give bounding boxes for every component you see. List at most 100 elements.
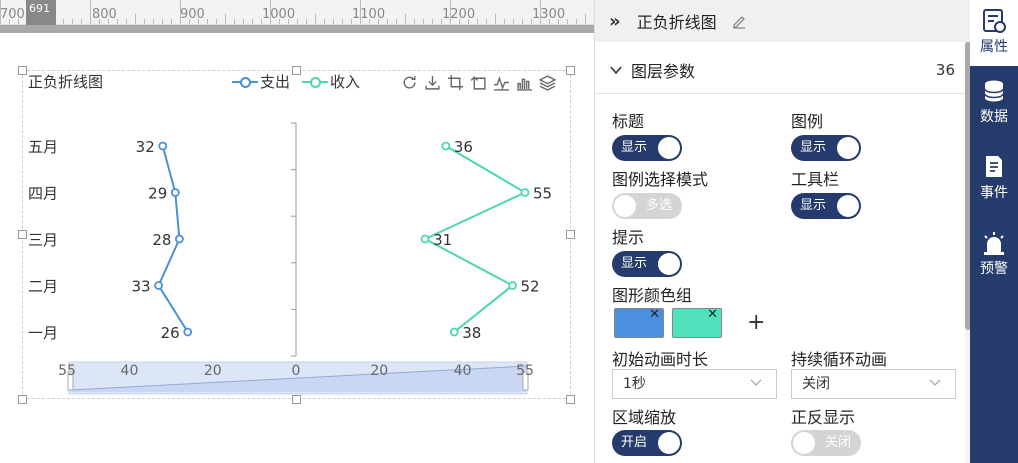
toggle-knob — [837, 195, 859, 217]
remove-color-icon[interactable]: ✕ — [649, 307, 660, 322]
value-tick-label: 20 — [204, 363, 222, 379]
color-chip[interactable]: ✕ — [672, 307, 722, 338]
anim-duration-select[interactable]: 1秒 — [612, 369, 777, 399]
data-point — [420, 234, 430, 244]
data-label: 31 — [433, 231, 452, 249]
loop-anim-select[interactable]: 关闭 — [791, 369, 956, 399]
zoom-toggle[interactable]: 开启 — [612, 430, 682, 456]
nav-label: 属性 — [980, 39, 1008, 55]
select-value: 1秒 — [623, 376, 646, 392]
tooltip-toggle[interactable]: 显示 — [612, 251, 682, 277]
value-tick-label: 55 — [58, 363, 76, 379]
nav-label: 事件 — [980, 185, 1008, 201]
loop-anim-label: 持续循环动画 — [791, 350, 888, 369]
reverse-label: 正反显示 — [791, 408, 856, 427]
data-point — [175, 234, 184, 244]
data-label: 36 — [454, 138, 473, 156]
data-point — [170, 188, 180, 197]
event-icon — [986, 156, 1002, 177]
nav-item-data[interactable]: 数据 — [970, 78, 1018, 138]
data-label: 29 — [148, 185, 167, 203]
data-point — [508, 281, 517, 290]
database-icon — [984, 80, 1004, 102]
category-label: 五月 — [28, 138, 58, 156]
toggle-knob — [614, 195, 636, 217]
chevron-down-icon — [610, 66, 622, 75]
category-label: 一月 — [28, 324, 58, 342]
toggle-text: 显示 — [621, 256, 648, 271]
value-tick-label: 55 — [516, 363, 534, 379]
title-toggle[interactable]: 显示 — [612, 135, 682, 161]
category-label: 三月 — [28, 231, 58, 249]
properties-icon — [983, 9, 1006, 33]
app-root: 700 800 900 1000 1100 1200 1300 691 正负折线… — [0, 0, 1018, 463]
data-label: 52 — [521, 278, 540, 296]
alarm-icon — [984, 232, 1004, 255]
section-count: 36 — [935, 61, 955, 79]
section-divider — [595, 93, 965, 94]
nav-item-alarm[interactable]: 预警 — [970, 230, 1018, 290]
toggle-knob — [658, 432, 680, 454]
properties-panel: » 正负折线图 图层参数 36 标题 显示 图例 显示 图例选择模式 多选 工具… — [594, 0, 971, 463]
value-tick-label: 20 — [370, 363, 388, 379]
chevron-down-icon — [750, 379, 762, 386]
canvas-area[interactable]: 700 800 900 1000 1100 1200 1300 691 正负折线… — [0, 0, 594, 463]
nav-label: 数据 — [980, 109, 1008, 125]
value-tick-label: 0 — [292, 363, 301, 379]
select-value: 关闭 — [802, 376, 830, 392]
title-label: 标题 — [612, 112, 645, 131]
data-point — [154, 281, 164, 290]
panel-title: 正负折线图 — [636, 13, 717, 32]
toggle-text: 多选 — [645, 198, 672, 213]
panel-header: » 正负折线图 — [595, 0, 971, 42]
data-label: 26 — [161, 324, 180, 342]
toggle-text: 关闭 — [824, 435, 851, 450]
toggle-knob — [837, 137, 859, 159]
data-label: 32 — [136, 138, 155, 156]
toggle-text: 显示 — [621, 140, 648, 155]
tooltip-label: 提示 — [612, 228, 645, 247]
category-label: 四月 — [28, 185, 58, 203]
zoom-label: 区域缩放 — [612, 408, 677, 427]
toggle-text: 显示 — [800, 198, 827, 213]
add-color-icon[interactable]: + — [747, 310, 765, 335]
chevron-down-icon — [929, 379, 941, 386]
legend-label: 图例 — [791, 112, 824, 131]
remove-color-icon[interactable]: ✕ — [707, 307, 718, 322]
reverse-toggle[interactable]: 关闭 — [791, 430, 861, 456]
data-point — [183, 327, 193, 337]
colors-label: 图形颜色组 — [612, 286, 693, 305]
nav-label: 预警 — [980, 261, 1008, 277]
edit-icon[interactable] — [731, 13, 747, 29]
nav-item-properties[interactable]: 属性 — [970, 0, 1018, 66]
data-point — [520, 188, 530, 197]
color-chip[interactable]: ✕ — [614, 307, 664, 338]
toolbar-toggle[interactable]: 显示 — [791, 193, 861, 219]
data-label: 33 — [132, 278, 151, 296]
value-tick-label: 40 — [121, 363, 139, 379]
nav-item-events[interactable]: 事件 — [970, 154, 1018, 214]
data-label: 28 — [152, 231, 171, 249]
data-point — [158, 141, 168, 151]
side-nav: 属性 数据 事件 预警 — [970, 0, 1018, 463]
legend-mode-label: 图例选择模式 — [612, 170, 709, 189]
data-label: 38 — [462, 324, 481, 342]
data-point — [449, 327, 459, 337]
collapse-panel-icon[interactable]: » — [609, 11, 621, 32]
toggle-knob — [658, 253, 680, 275]
anim-duration-label: 初始动画时长 — [612, 350, 709, 369]
legend-toggle[interactable]: 显示 — [791, 135, 861, 161]
data-label: 55 — [533, 185, 552, 203]
toggle-text: 开启 — [621, 435, 648, 450]
chart-plot-area: 五月四月三月二月一月 32 29 28 33 26 36 55 31 52 38 55 40 20 0 20 4… — [28, 122, 552, 395]
toggle-knob — [658, 137, 680, 159]
data-point — [441, 141, 451, 151]
layer-params-section-header[interactable]: 图层参数 36 — [609, 58, 959, 82]
toolbar-label: 工具栏 — [791, 170, 840, 189]
section-title: 图层参数 — [631, 62, 696, 81]
value-tick-label: 40 — [454, 363, 472, 379]
toggle-knob — [793, 432, 815, 454]
toggle-text: 显示 — [800, 140, 827, 155]
category-label: 二月 — [28, 278, 58, 296]
legend-mode-toggle[interactable]: 多选 — [612, 193, 682, 219]
